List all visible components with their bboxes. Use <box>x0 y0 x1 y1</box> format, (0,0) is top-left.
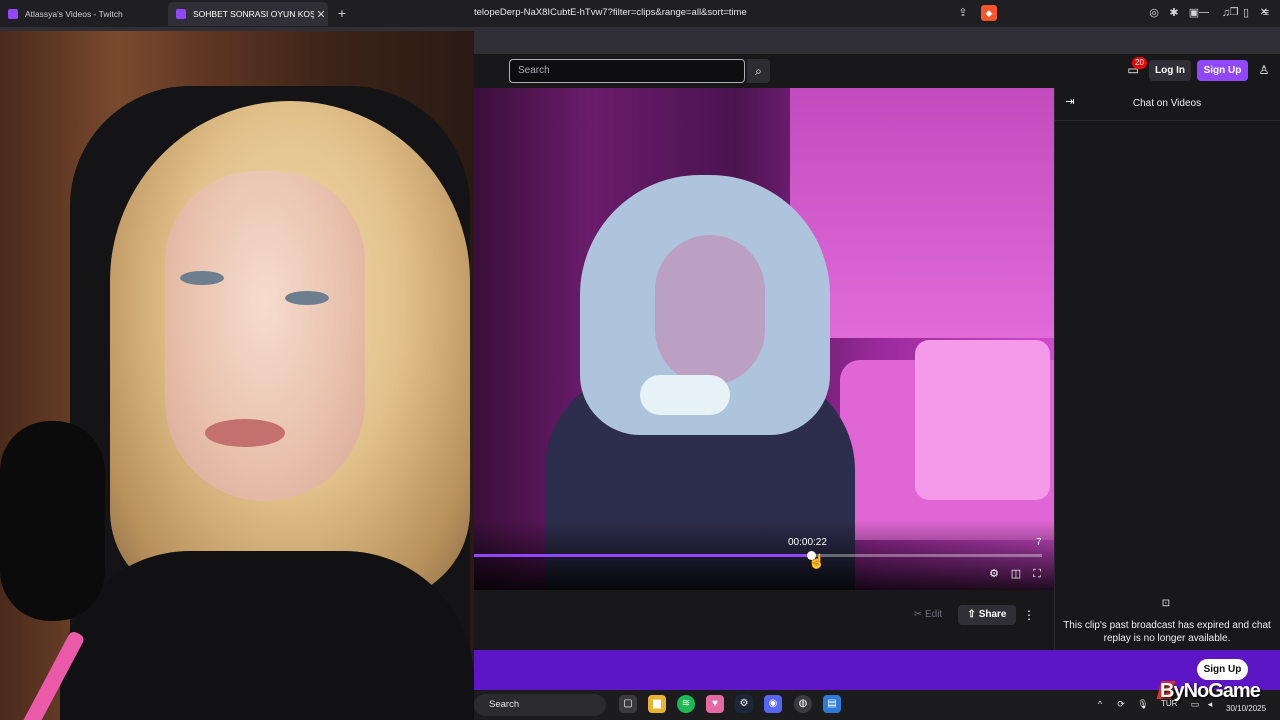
tab-title: SOHBET SONRASI OYUN KOŞUN <box>193 9 314 19</box>
edit-button[interactable]: ✂ Edit <box>903 605 953 625</box>
close-tab-icon[interactable]: ✕ <box>314 8 328 21</box>
browser-menu-icon[interactable]: ≡ <box>1258 5 1274 21</box>
watermark-logo: ByNoGame <box>1160 680 1261 702</box>
tray-overflow-icon[interactable]: ^ <box>1093 697 1107 711</box>
file-explorer-icon[interactable]: ▆ <box>648 695 666 713</box>
wallet-icon[interactable]: ▣ <box>1186 5 1202 21</box>
sidebar-toggle-icon[interactable]: ▯ <box>1238 5 1254 21</box>
user-menu-icon[interactable]: ♙ <box>1256 61 1272 79</box>
video-scene-pillow <box>915 340 1050 500</box>
share-label: Share <box>978 609 1007 620</box>
chat-panel <box>1054 88 1280 650</box>
app-pig-icon[interactable]: ♥ <box>706 695 724 713</box>
taskbar-search[interactable]: Search <box>474 694 606 716</box>
video-scene-person-face <box>655 235 765 385</box>
video-scene-collar <box>640 375 730 415</box>
seek-timecode: 00:00:22 <box>788 537 827 548</box>
chat-unavailable-icon: ⊡ <box>1161 598 1171 609</box>
webcam-overlay <box>0 31 474 720</box>
notification-badge: 20 <box>1132 57 1147 69</box>
search-input[interactable]: Search <box>509 59 745 83</box>
duration-label: 7 <box>1036 537 1042 548</box>
more-options-icon[interactable]: ⋮ <box>1022 605 1036 625</box>
webcam-lips <box>205 419 285 447</box>
tray-sync-icon[interactable]: ⟳ <box>1114 697 1128 711</box>
tray-date[interactable]: 30/10/2025 <box>1226 704 1266 713</box>
tab-title: Atlassya's Videos - Twitch <box>25 9 123 19</box>
media-controls-icon[interactable]: ♫ <box>1218 5 1234 21</box>
url-field[interactable]: telopeDerp-NaX8ICubtE-hTvw7?filter=clips… <box>474 5 747 21</box>
webcam-eye-left <box>180 271 224 285</box>
obs-icon[interactable]: ◍ <box>794 695 812 713</box>
twitch-favicon-icon <box>8 9 18 19</box>
task-view-icon[interactable]: ▢ <box>619 695 637 713</box>
tray-mic-icon[interactable]: 🎙 <box>1136 697 1150 711</box>
theatre-mode-icon[interactable]: ◫ <box>1008 566 1024 582</box>
discord-icon[interactable]: ◉ <box>764 695 782 713</box>
login-button[interactable]: Log In <box>1149 60 1191 81</box>
tab-atlassya-videos[interactable]: Atlassya's Videos - Twitch <box>0 2 165 26</box>
share-page-icon[interactable]: ⇪ <box>955 5 971 21</box>
steam-icon[interactable]: ⚙ <box>735 695 753 713</box>
game-controller-icon[interactable]: ◎ <box>1146 5 1162 21</box>
chat-unavailable-message: This clip's past broadcast has expired a… <box>1063 620 1271 644</box>
banner-signup-button[interactable]: Sign Up <box>1197 659 1248 680</box>
signup-button[interactable]: Sign Up <box>1197 60 1248 81</box>
tab-active-clip[interactable]: SOHBET SONRASI OYUN KOŞUN ✕ <box>168 2 328 26</box>
webcam-shirt <box>60 551 474 720</box>
spotify-icon[interactable]: ≋ <box>677 695 695 713</box>
photos-icon[interactable]: ▤ <box>823 695 841 713</box>
webcam-eye-right <box>285 291 329 305</box>
search-icon[interactable]: ⌕ <box>747 59 770 83</box>
share-button[interactable]: ⇧ Share <box>958 605 1016 625</box>
settings-gear-icon[interactable]: ⚙ <box>986 566 1002 582</box>
twitch-favicon-icon <box>176 9 186 19</box>
brave-shields-icon[interactable]: ◆ <box>981 5 997 21</box>
edit-label: Edit <box>924 609 943 620</box>
new-tab-button[interactable]: + <box>334 4 350 22</box>
mouse-cursor-icon: ☝ <box>808 553 826 569</box>
webcam-microphone <box>0 421 105 621</box>
seek-progress <box>474 554 812 557</box>
fullscreen-icon[interactable]: ⛶ <box>1029 566 1045 582</box>
webcam-person-face <box>165 171 365 501</box>
extensions-icon[interactable]: ✱ <box>1166 5 1182 21</box>
chat-title: Chat on Videos <box>1132 98 1202 109</box>
